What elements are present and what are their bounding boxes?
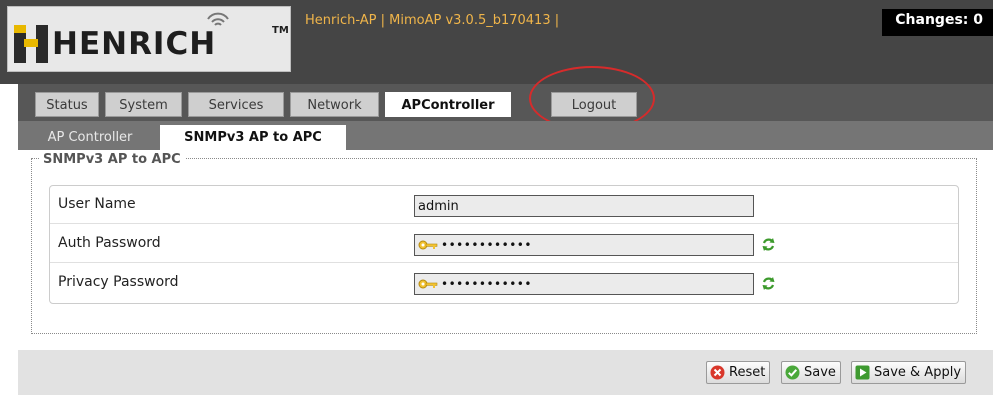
form-row-auth-password: Auth Password ••••••••••••: [50, 225, 958, 263]
main-nav: Status System Services Network APControl…: [18, 84, 993, 121]
user-name-input[interactable]: admin: [414, 195, 754, 217]
tab-system[interactable]: System: [105, 92, 182, 117]
fieldset-legend: SNMPv3 AP to APC: [39, 152, 185, 167]
key-icon: [418, 240, 438, 250]
logo-text: HENRICH: [52, 26, 217, 62]
tab-status[interactable]: Status: [35, 92, 99, 117]
refresh-icon[interactable]: [761, 237, 776, 252]
save-apply-label: Save & Apply: [874, 365, 962, 380]
reset-icon: [710, 365, 725, 380]
content-area: SNMPv3 AP to APC User Name admin Auth Pa…: [18, 150, 993, 395]
logo-h-mark: [14, 25, 48, 63]
refresh-icon[interactable]: [761, 276, 776, 291]
reset-button[interactable]: Reset: [706, 361, 771, 384]
action-bar: Reset Save Save & Apply: [18, 350, 993, 395]
auth-password-input[interactable]: ••••••••••••: [414, 234, 754, 256]
snmpv3-fieldset: SNMPv3 AP to APC User Name admin Auth Pa…: [31, 152, 977, 334]
form-box: User Name admin Auth Password ••••••••••…: [49, 185, 959, 304]
save-button[interactable]: Save: [781, 361, 841, 384]
form-row-user-name: User Name admin: [50, 186, 958, 224]
tab-network[interactable]: Network: [290, 92, 379, 117]
save-label: Save: [804, 365, 836, 380]
tab-apcontroller[interactable]: APController: [385, 92, 511, 117]
form-row-privacy-password: Privacy Password ••••••••••••: [50, 264, 958, 302]
privacy-password-value: ••••••••••••: [441, 277, 532, 291]
header: HENRICH TM Henrich-AP | MimoAP v3.0.5_b1…: [0, 0, 993, 84]
privacy-password-input[interactable]: ••••••••••••: [414, 273, 754, 295]
user-name-label: User Name: [58, 196, 136, 212]
key-icon: [418, 279, 438, 289]
check-icon: [785, 365, 800, 380]
subtab-snmpv3[interactable]: SNMPv3 AP to APC: [160, 125, 346, 150]
save-apply-button[interactable]: Save & Apply: [851, 361, 967, 384]
reset-label: Reset: [729, 365, 766, 380]
logo-trademark: TM: [272, 25, 289, 36]
apply-icon: [855, 365, 870, 380]
privacy-password-label: Privacy Password: [58, 274, 179, 290]
sub-nav: AP Controller SNMPv3 AP to APC: [18, 121, 993, 150]
changes-indicator[interactable]: Changes: 0: [882, 9, 993, 36]
subtab-ap-controller[interactable]: AP Controller: [26, 125, 154, 150]
henrich-logo: HENRICH TM: [7, 6, 291, 72]
tab-services[interactable]: Services: [188, 92, 284, 117]
auth-password-label: Auth Password: [58, 235, 161, 251]
auth-password-value: ••••••••••••: [441, 238, 532, 252]
header-title: Henrich-AP | MimoAP v3.0.5_b170413 |: [305, 13, 560, 28]
